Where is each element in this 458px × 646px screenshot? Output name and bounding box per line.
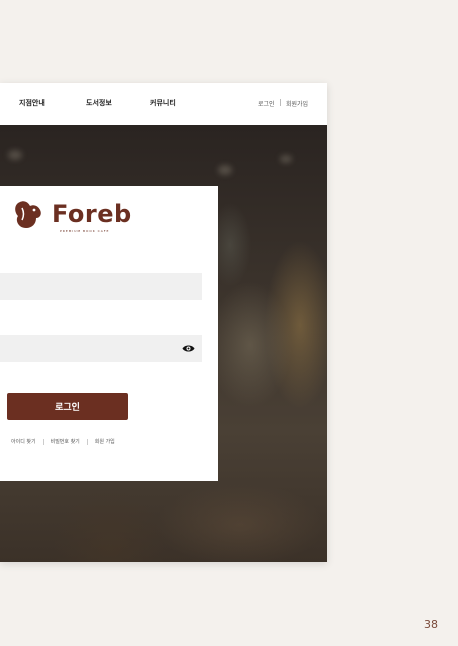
find-password-link[interactable]: 비밀번호 찾기 (51, 439, 80, 445)
nav-item-branches[interactable]: 지점안내 (19, 98, 45, 108)
id-input[interactable] (0, 273, 202, 300)
logo-wordmark: Foreb (52, 200, 132, 228)
foreb-logo: Foreb PREMIUM BOOK CAFE (12, 198, 131, 234)
ceiling-light (8, 150, 22, 160)
site-mockup: 지점안내 도서정보 커뮤니티 로그인 회원가입 Foreb PREMIUM BO… (0, 83, 327, 562)
login-card: Foreb PREMIUM BOOK CAFE 로그인 아이디 찾기 비밀번호 찾… (0, 186, 218, 481)
nav-divider (280, 99, 281, 106)
top-navigation: 지점안내 도서정보 커뮤니티 로그인 회원가입 (0, 83, 327, 125)
password-input[interactable] (0, 335, 202, 362)
nav-login-link[interactable]: 로그인 (258, 99, 275, 108)
page-number: 38 (424, 618, 438, 631)
ceiling-light (280, 155, 292, 163)
find-id-link[interactable]: 아이디 찾기 (11, 439, 36, 445)
squirrel-logo-icon (15, 201, 41, 228)
link-divider (42, 438, 44, 445)
signup-link[interactable]: 회원 가입 (95, 439, 115, 445)
nav-item-community[interactable]: 커뮤니티 (150, 98, 176, 108)
id-field[interactable] (0, 273, 202, 300)
show-password-eye-icon[interactable] (182, 344, 195, 353)
login-button[interactable]: 로그인 (7, 393, 128, 420)
link-divider (86, 438, 88, 445)
ceiling-light (218, 165, 232, 175)
nav-signup-link[interactable]: 회원가입 (286, 99, 308, 108)
password-field[interactable] (0, 335, 202, 362)
nav-item-books[interactable]: 도서정보 (86, 98, 112, 108)
logo-tagline: PREMIUM BOOK CAFE (60, 229, 110, 233)
account-help-links: 아이디 찾기 비밀번호 찾기 회원 가입 (11, 438, 115, 445)
